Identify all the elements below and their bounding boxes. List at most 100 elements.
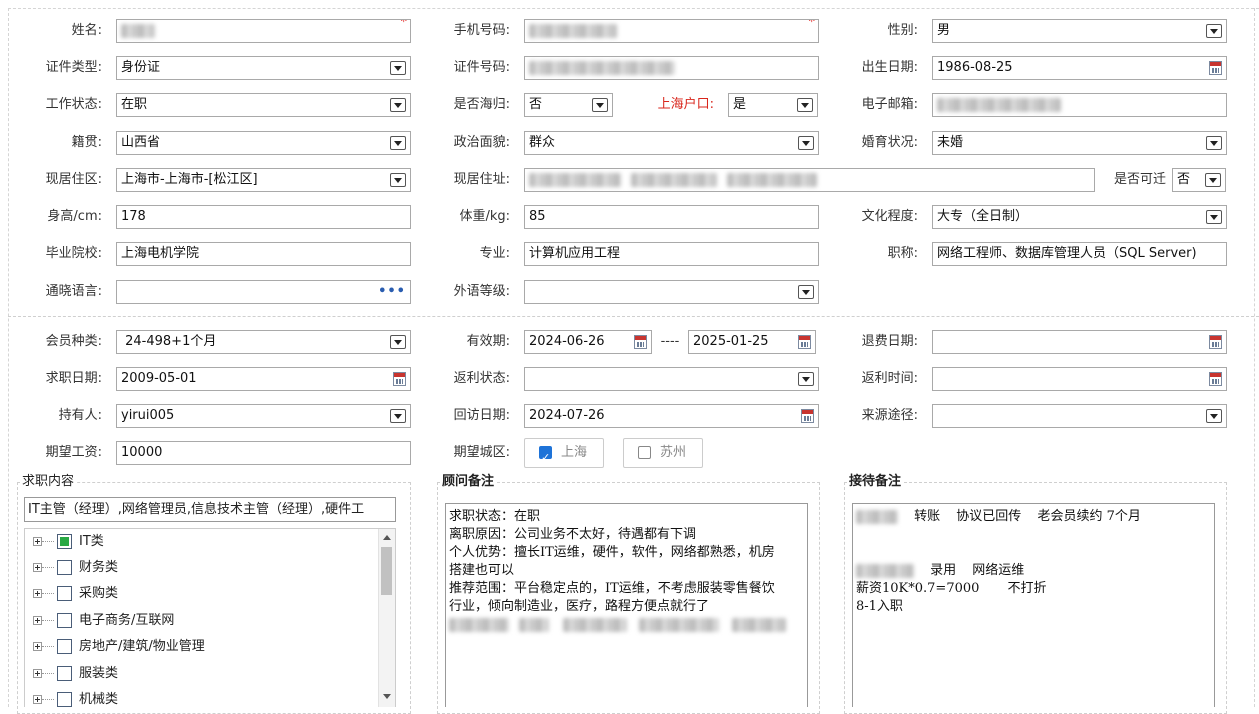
chevron-down-icon[interactable] (1205, 173, 1221, 187)
height-field[interactable]: 178 (116, 205, 411, 229)
expand-icon[interactable] (33, 642, 42, 651)
major-field[interactable]: 计算机应用工程 (524, 242, 819, 266)
checkbox-unchecked-icon[interactable] (57, 560, 72, 575)
chevron-down-icon[interactable] (390, 136, 406, 150)
email-field[interactable] (932, 93, 1227, 117)
id-type-select[interactable]: 身份证 (116, 56, 411, 80)
chevron-down-icon[interactable] (390, 173, 406, 187)
tree-item-ecommerce[interactable]: 电子商务/互联网 (25, 609, 375, 635)
expand-icon[interactable] (33, 616, 42, 625)
advisor-notes-textarea[interactable]: 求职状态：在职 离职原因：公司业务不太好，待遇都有下调 个人优势：擅长IT运维，… (445, 503, 808, 707)
rebate-status-select[interactable] (524, 367, 819, 391)
expand-icon[interactable] (33, 695, 42, 704)
job-content-summary[interactable]: IT主管（经理）,网络管理员,信息技术主管（经理）,硬件工 (24, 497, 396, 522)
work-status-select[interactable]: 在职 (116, 93, 411, 117)
tree-connector (42, 541, 54, 542)
expected-salary-field[interactable]: 10000 (116, 441, 411, 465)
residence-area-select[interactable]: 上海市-上海市-[松江区] (116, 168, 411, 192)
chevron-down-icon[interactable] (390, 335, 406, 349)
native-place-select[interactable]: 山西省 (116, 131, 411, 155)
tree-connector (42, 593, 54, 594)
chevron-down-icon[interactable] (592, 98, 608, 112)
mobile-field[interactable]: * (524, 19, 819, 43)
rebate-time-field[interactable] (932, 367, 1227, 391)
tree-scrollbar[interactable] (378, 529, 395, 707)
checkbox-unchecked-icon[interactable] (57, 639, 72, 654)
can-relocate-select[interactable]: 否 (1172, 168, 1226, 192)
height-value: 178 (121, 209, 146, 224)
chevron-down-icon[interactable] (798, 285, 814, 299)
source-select[interactable] (932, 404, 1227, 428)
scroll-thumb[interactable] (381, 547, 392, 595)
checkbox-unchecked-icon[interactable] (638, 446, 651, 459)
weight-field[interactable]: 85 (524, 205, 819, 229)
chevron-down-icon[interactable] (1206, 409, 1222, 423)
calendar-icon[interactable] (801, 409, 814, 423)
checkbox-checked-icon[interactable] (539, 444, 552, 472)
checkbox-unchecked-icon[interactable] (57, 692, 72, 707)
foreign-level-select[interactable] (524, 280, 819, 304)
school-field[interactable]: 上海电机学院 (116, 242, 411, 266)
calendar-icon[interactable] (1209, 335, 1222, 349)
checkbox-unchecked-icon[interactable] (57, 666, 72, 681)
can-relocate-value: 否 (1177, 172, 1191, 187)
reception-notes-textarea[interactable]: 转账 协议已回传 老会员续约 7个月 录用 网络运维 薪资10K*0.7=700… (852, 503, 1215, 707)
calendar-icon[interactable] (1209, 372, 1222, 386)
gender-select[interactable]: 男 (932, 19, 1227, 43)
more-options-icon[interactable]: ••• (378, 281, 406, 303)
expand-icon[interactable] (33, 563, 42, 572)
height-label: 身高/cm: (47, 209, 102, 224)
scroll-down-arrow-icon[interactable] (383, 694, 391, 699)
calendar-icon[interactable] (393, 372, 406, 386)
title-field[interactable]: 网络工程师、数据库管理人员（SQL Server) (932, 242, 1227, 266)
refund-date-label: 退费日期: (861, 334, 918, 349)
chevron-down-icon[interactable] (1206, 210, 1222, 224)
languages-field[interactable]: ••• (116, 280, 411, 304)
checkbox-partial-icon[interactable] (57, 534, 72, 549)
chevron-down-icon[interactable] (798, 372, 814, 386)
membership-type-select[interactable]: 24-498+1个月 (116, 330, 411, 354)
tree-item-machinery[interactable]: 机械类 (25, 688, 375, 707)
tree-item-realestate[interactable]: 房地产/建筑/物业管理 (25, 635, 375, 661)
job-category-tree[interactable]: IT类 财务类 采购类 电子商务/互联网 房地产/建筑/物业管理 服装类 机械类 (24, 528, 396, 707)
marital-status-select[interactable]: 未婚 (932, 131, 1227, 155)
birth-date-field[interactable]: 1986-08-25 (932, 56, 1227, 80)
tree-item-apparel[interactable]: 服装类 (25, 662, 375, 688)
chevron-down-icon[interactable] (797, 98, 813, 112)
chevron-down-icon[interactable] (798, 136, 814, 150)
expand-icon[interactable] (33, 537, 42, 546)
revisit-date-field[interactable]: 2024-07-26 (524, 404, 819, 428)
tree-item-it[interactable]: IT类 (25, 530, 375, 556)
id-number-field[interactable] (524, 56, 819, 80)
expand-icon[interactable] (33, 589, 42, 598)
education-select[interactable]: 大专（全日制） (932, 205, 1227, 229)
job-search-date-field[interactable]: 2009-05-01 (116, 367, 411, 391)
political-status-select[interactable]: 群众 (524, 131, 819, 155)
chevron-down-icon[interactable] (1206, 24, 1222, 38)
valid-start-field[interactable]: 2024-06-26 (524, 330, 652, 354)
chevron-down-icon[interactable] (390, 409, 406, 423)
birth-date-label: 出生日期: (861, 60, 918, 75)
chevron-down-icon[interactable] (390, 98, 406, 112)
chevron-down-icon[interactable] (1206, 136, 1222, 150)
expand-icon[interactable] (33, 669, 42, 678)
residence-address-field[interactable] (524, 168, 1095, 192)
tree-item-purchasing[interactable]: 采购类 (25, 582, 375, 608)
calendar-icon[interactable] (798, 335, 811, 349)
valid-end-field[interactable]: 2025-01-25 (688, 330, 816, 354)
overseas-returnee-select[interactable]: 否 (524, 93, 613, 117)
checkbox-unchecked-icon[interactable] (57, 613, 72, 628)
shanghai-hukou-select[interactable]: 是 (728, 93, 818, 117)
city-option-shanghai[interactable]: 上海 (524, 438, 604, 472)
calendar-icon[interactable] (634, 335, 647, 349)
city-option-suzhou[interactable]: 苏州 (623, 438, 703, 468)
calendar-icon[interactable] (1209, 61, 1222, 75)
chevron-down-icon[interactable] (390, 61, 406, 75)
checkbox-unchecked-icon[interactable] (57, 586, 72, 601)
name-field[interactable]: * (116, 19, 411, 43)
tree-item-finance[interactable]: 财务类 (25, 556, 375, 582)
holder-select[interactable]: yirui005 (116, 404, 411, 428)
refund-date-field[interactable] (932, 330, 1227, 354)
note-segment: 录用 (930, 563, 957, 578)
scroll-up-arrow-icon[interactable] (383, 535, 391, 540)
